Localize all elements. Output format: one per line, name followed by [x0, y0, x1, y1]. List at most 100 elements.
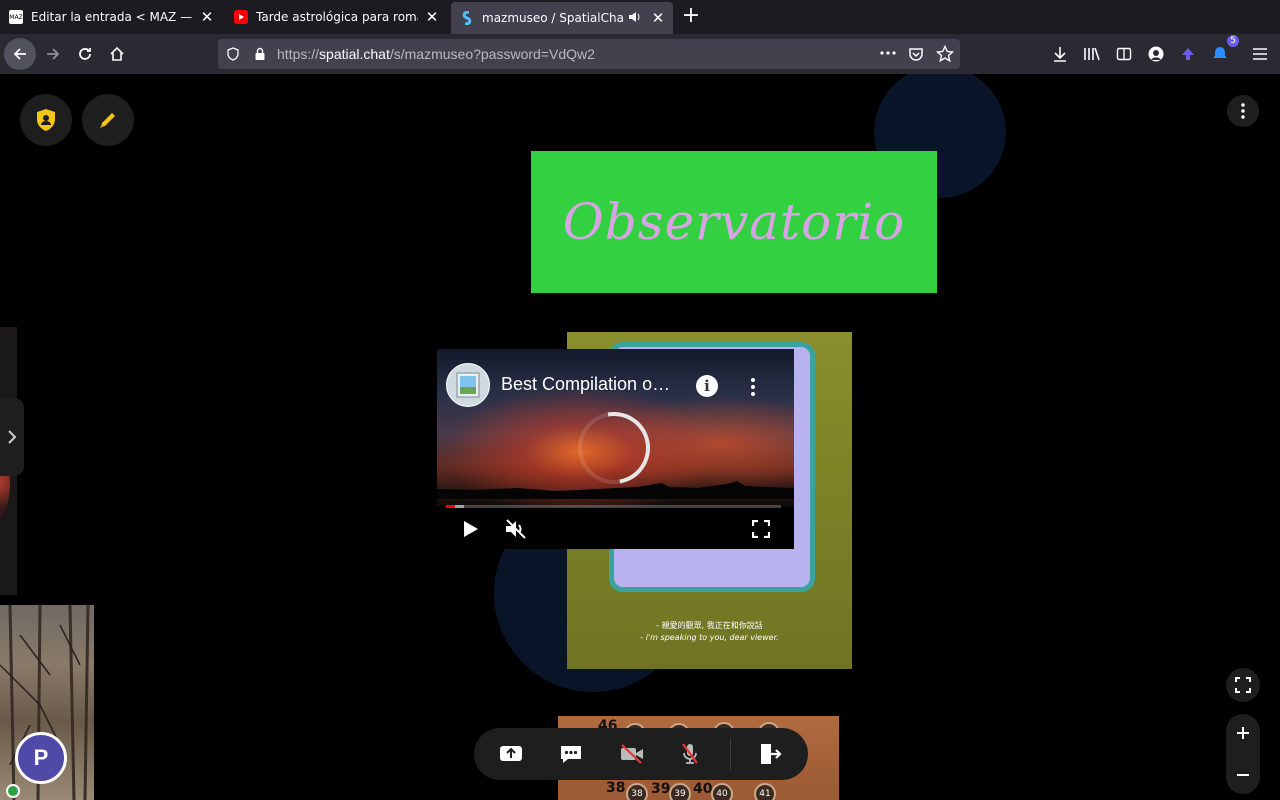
navigation-toolbar: https://spatial.chat/s/mazmuseo?password… [0, 34, 1280, 74]
youtube-icon [234, 10, 248, 24]
reload-icon [79, 48, 91, 60]
play-button[interactable] [457, 515, 485, 543]
camera-toggle-button[interactable] [614, 736, 650, 772]
close-icon[interactable]: ✕ [650, 9, 666, 27]
close-icon[interactable]: ✕ [199, 8, 215, 26]
fullscreen-icon [752, 520, 770, 538]
sidebar-icon [1116, 47, 1132, 61]
elevator-label: 39 [651, 781, 671, 797]
unmute-button[interactable] [502, 515, 530, 543]
progress-played [446, 505, 455, 508]
tab-title: Editar la entrada < MAZ — Wor [31, 10, 193, 24]
hamburger-icon [1253, 48, 1267, 60]
bottom-toolbar [474, 728, 808, 780]
plus-icon [1237, 727, 1249, 739]
close-icon[interactable]: ✕ [424, 8, 440, 26]
library-button[interactable] [1076, 38, 1108, 70]
kebab-icon [1241, 103, 1245, 119]
lock-icon[interactable] [254, 47, 266, 61]
chat-button[interactable] [553, 736, 589, 772]
draw-button[interactable] [82, 94, 134, 146]
fit-screen-icon [1235, 677, 1251, 693]
observatorio-board[interactable]: Observatorio [531, 151, 937, 293]
youtube-video-player[interactable]: Best Compilation o… i [437, 349, 794, 549]
url-bar[interactable]: https://spatial.chat/s/mazmuseo?password… [218, 39, 960, 69]
elevator-label: 38 [606, 780, 626, 796]
tab-title: mazmuseo / SpatialChat [482, 11, 624, 25]
maz-favicon-icon: MAZ [9, 10, 23, 24]
arrow-right-icon [47, 48, 60, 60]
account-button[interactable] [1140, 38, 1172, 70]
mic-off-icon [682, 743, 698, 764]
exit-door-icon [761, 744, 782, 764]
arrow-up-extension-icon [1182, 48, 1194, 60]
microphone-toggle-button[interactable] [672, 736, 708, 772]
tab-title: Tarde astrológica para romántic [256, 10, 418, 24]
notification-badge: 5 [1227, 35, 1239, 47]
zoom-in-button[interactable] [1226, 718, 1260, 748]
more-actions-icon[interactable] [880, 51, 896, 55]
elevator-label: 40 [693, 781, 713, 797]
video-menu-button[interactable] [743, 373, 763, 401]
shield-user-icon [37, 109, 55, 131]
reload-button[interactable] [69, 38, 101, 70]
elevator-button: 41 [754, 783, 776, 800]
sidebar-button[interactable] [1108, 38, 1140, 70]
minus-icon [1237, 774, 1249, 776]
muted-speaker-icon [506, 519, 526, 539]
chat-icon [561, 746, 581, 763]
zoom-controls [1226, 714, 1260, 794]
elevator-button: 40 [711, 783, 733, 800]
screen-share-icon [500, 746, 522, 761]
downloads-button[interactable] [1044, 38, 1076, 70]
download-icon [1054, 47, 1066, 62]
fit-to-screen-button[interactable] [1226, 668, 1260, 702]
info-icon[interactable]: i [696, 375, 718, 397]
space-canvas[interactable]: Observatorio - 親愛的觀眾, 我正在和你說話 - i'm spea… [0, 74, 1280, 800]
bookmark-star-icon[interactable] [936, 45, 954, 63]
back-button[interactable] [4, 38, 36, 70]
account-icon [1148, 46, 1164, 62]
spatialchat-icon [460, 11, 474, 25]
leave-space-button[interactable] [752, 736, 788, 772]
forward-button[interactable] [37, 38, 69, 70]
video-progress-bar[interactable] [446, 505, 781, 508]
arrow-left-icon [13, 48, 26, 60]
toolbar-divider [730, 738, 731, 770]
pencil-icon [100, 113, 115, 128]
speaker-icon[interactable] [628, 11, 642, 26]
window-picture-icon [456, 372, 480, 398]
home-button[interactable] [101, 38, 133, 70]
library-icon [1084, 47, 1100, 61]
subtitle-english: - i'm speaking to you, dear viewer. [640, 633, 779, 642]
tab-maz[interactable]: MAZ Editar la entrada < MAZ — Wor ✕ [0, 0, 222, 34]
extension-button[interactable] [1172, 38, 1204, 70]
fullscreen-button[interactable] [747, 515, 775, 543]
extension-notify-button[interactable]: 5 [1204, 35, 1239, 70]
shield-icon[interactable] [226, 47, 240, 61]
url-text[interactable]: https://spatial.chat/s/mazmuseo?password… [277, 39, 595, 69]
share-screen-button[interactable] [493, 736, 529, 772]
bell-extension-icon [1213, 47, 1227, 58]
space-menu-button[interactable] [1227, 95, 1259, 127]
online-status-dot [6, 784, 20, 798]
tab-youtube[interactable]: Tarde astrológica para romántic ✕ [225, 0, 447, 34]
video-title[interactable]: Best Compilation o… [501, 374, 670, 395]
elevator-button: 39 [669, 783, 691, 800]
zoom-out-button[interactable] [1226, 760, 1260, 790]
kebab-icon [751, 378, 755, 396]
camera-off-icon [621, 744, 643, 764]
new-tab-button[interactable]: + [680, 5, 702, 27]
host-tools-button[interactable] [20, 94, 72, 146]
home-icon [110, 46, 124, 61]
chevron-right-icon [8, 430, 17, 444]
channel-avatar[interactable] [446, 363, 490, 407]
user-avatar[interactable]: P [15, 732, 67, 784]
tab-spatialchat[interactable]: mazmuseo / SpatialChat ✕ [451, 2, 673, 34]
tab-bar: MAZ Editar la entrada < MAZ — Wor ✕ Tard… [0, 0, 1280, 34]
elevator-button: 38 [626, 783, 648, 800]
app-menu-button[interactable] [1244, 38, 1276, 70]
side-panel-toggle[interactable] [0, 398, 24, 476]
pocket-icon[interactable] [908, 46, 924, 62]
play-icon [464, 521, 478, 537]
